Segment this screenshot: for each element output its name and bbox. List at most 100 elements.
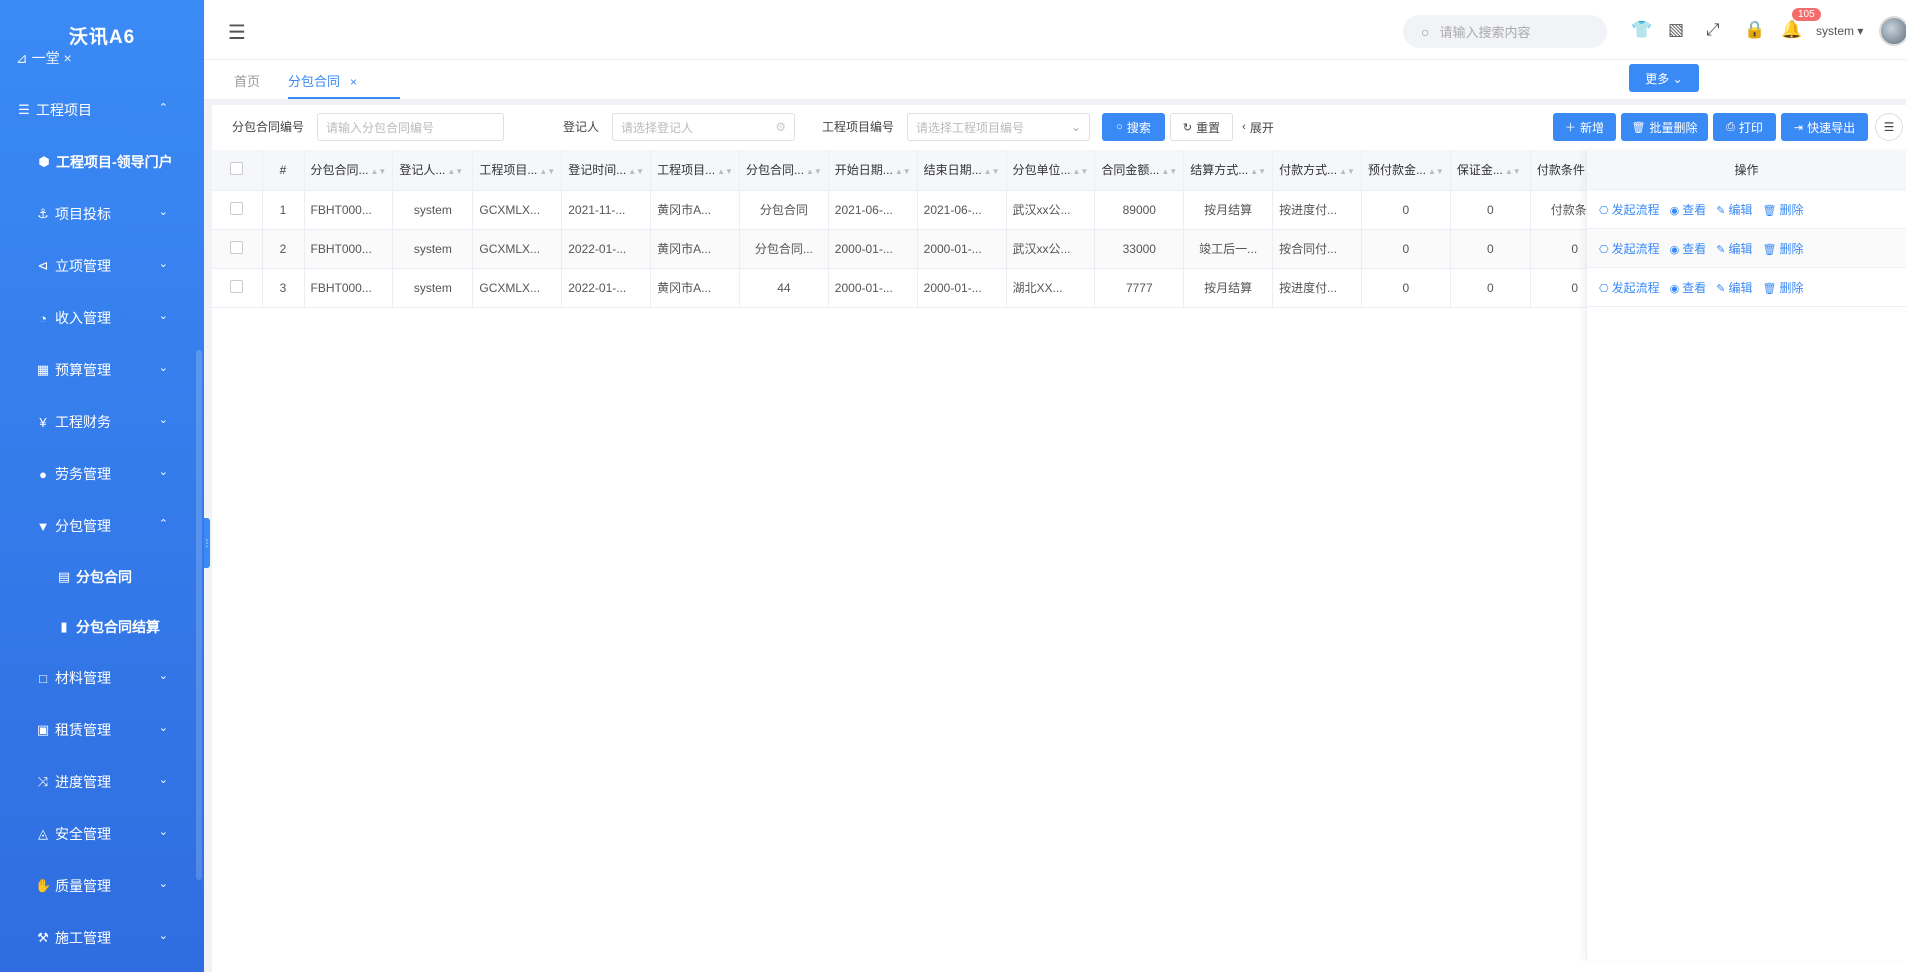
bell-icon[interactable]: 🔔 [1781, 20, 1802, 40]
batch-delete-button[interactable]: 🗑 批量删除 [1621, 113, 1708, 141]
contract-no-input[interactable]: 请输入分包合同编号 [317, 113, 504, 141]
column-header[interactable]: 结束日期... ▲▼ [917, 150, 1007, 191]
start-flow-link-label: 发起流程 [1611, 280, 1660, 295]
column-header[interactable]: 登记人... ▲▼ [392, 150, 474, 191]
sidebar-item[interactable]: ⬢ 工程项目-领导门户 [0, 136, 196, 188]
print-button[interactable]: ⎙ 打印 [1713, 113, 1776, 141]
sidebar-item[interactable]: ▦ 预算管理 ⌄ [0, 344, 196, 396]
sort-icon[interactable]: ▲▼ [984, 167, 1000, 176]
sort-icon[interactable]: ▲▼ [806, 167, 822, 176]
sidebar-scrollbar[interactable] [196, 350, 202, 880]
row-checkbox[interactable] [230, 240, 244, 254]
table-row[interactable]: 3 FBHT000... system GCXMLX... 2022-01-... 黄冈市… [212, 268, 1709, 308]
sidebar-item[interactable]: ⚓ 项目投标 ⌄ [0, 188, 196, 240]
sidebar-item[interactable]: ▤ 分包合同 [0, 552, 196, 602]
sidebar-collapse-handle[interactable]: ⋮ [203, 518, 212, 568]
edit-link[interactable]: ✎ 编辑 [1716, 201, 1752, 218]
sort-icon[interactable]: ▲▼ [1505, 167, 1521, 176]
column-header[interactable]: 预付款金... ▲▼ [1361, 150, 1451, 191]
table-cell: 3 [262, 268, 305, 308]
sidebar-item[interactable]: ▣ 租赁管理 ⌄ [0, 704, 196, 756]
fullscreen-icon[interactable]: ⤢ [1706, 20, 1720, 40]
registrant-select[interactable]: 请选择登记人 ⚙ [612, 113, 795, 141]
sidebar-item[interactable]: ⤨ 进度管理 ⌄ [0, 756, 196, 808]
column-header[interactable]: 登记时间... ▲▼ [561, 150, 652, 191]
add-button[interactable]: ＋新增 [1553, 113, 1616, 141]
column-header[interactable]: # [262, 150, 305, 191]
sidebar-item[interactable]: ◔ 收入管理 ⌄ [0, 292, 196, 344]
edit-link[interactable]: ✎ 编辑 [1716, 279, 1752, 296]
sidebar-item[interactable]: ⊲ 立项管理 ⌄ [0, 240, 196, 292]
start-flow-link[interactable]: ⎔ 发起流程 [1599, 279, 1660, 296]
delete-link[interactable]: 🗑 删除 [1762, 240, 1803, 257]
column-header[interactable]: 开始日期... ▲▼ [828, 150, 918, 191]
column-header[interactable]: 工程项目... ▲▼ [472, 150, 563, 191]
column-settings-button[interactable]: ☰ [1875, 113, 1903, 141]
sidebar-item[interactable]: ¥ 工程财务 ⌄ [0, 396, 196, 448]
sort-icon[interactable]: ▲▼ [1339, 167, 1355, 176]
start-flow-link[interactable]: ⎔ 发起流程 [1599, 240, 1660, 257]
table-row[interactable]: 1 FBHT000... system GCXMLX... 2021-11-... 黄冈市… [212, 190, 1709, 230]
delete-link[interactable]: 🗑 删除 [1762, 279, 1803, 296]
sidebar-cut-item[interactable]: ⊿ 一堂 × [16, 48, 72, 68]
user-menu[interactable]: system ▾ [1816, 24, 1863, 38]
print-button-label: 打印 [1738, 120, 1763, 135]
sidebar-item[interactable]: ● 劳务管理 ⌄ [0, 448, 196, 500]
column-header[interactable]: 合同金额... ▲▼ [1094, 150, 1185, 191]
sort-icon[interactable]: ▲▼ [717, 167, 733, 176]
project-no-select[interactable]: 请选择工程项目编号 ⌄ [907, 113, 1090, 141]
view-link[interactable]: ◉ 查看 [1670, 240, 1707, 257]
column-header[interactable]: 分包单位... ▲▼ [1006, 150, 1096, 191]
row-checkbox[interactable] [230, 201, 244, 215]
translate-icon[interactable]: ▧ [1668, 20, 1684, 40]
row-checkbox[interactable] [230, 279, 244, 293]
more-button[interactable]: 更多 ⌄ [1629, 64, 1699, 92]
sort-icon[interactable]: ▲▼ [539, 167, 555, 176]
column-header[interactable]: 分包合同... ▲▼ [739, 150, 829, 191]
table-cell: 2022-01-... [561, 229, 652, 269]
start-flow-link[interactable]: ⎔ 发起流程 [1599, 201, 1660, 218]
global-search-input[interactable]: ○ 请输入搜索内容 [1403, 15, 1607, 48]
hamburger-menu-icon[interactable]: ☰ [228, 20, 246, 45]
reset-button-label: 重置 [1196, 120, 1221, 135]
delete-link[interactable]: 🗑 删除 [1762, 201, 1803, 218]
tab-subcontract[interactable]: 分包合同 × [288, 71, 357, 90]
sort-icon[interactable]: ▲▼ [628, 167, 644, 176]
sort-icon[interactable]: ▲▼ [1250, 167, 1266, 176]
column-header[interactable]: 结算方式... ▲▼ [1183, 150, 1274, 191]
edit-link[interactable]: ✎ 编辑 [1716, 240, 1752, 257]
column-header[interactable]: 保证金... ▲▼ [1450, 150, 1531, 191]
lock-icon[interactable]: 🔒 [1744, 20, 1765, 40]
column-header[interactable]: 工程项目... ▲▼ [650, 150, 740, 191]
expand-button[interactable]: ‹ 展开 [1238, 113, 1278, 141]
sidebar-item[interactable]: ▼ 分包管理 ⌃ [0, 500, 196, 552]
sort-icon[interactable]: ▲▼ [1428, 167, 1444, 176]
sidebar-item[interactable]: ◬ 安全管理 ⌄ [0, 808, 196, 860]
column-header[interactable]: 分包合同... ▲▼ [304, 150, 394, 191]
sort-icon[interactable]: ▲▼ [895, 167, 911, 176]
printer-icon: ⎙ [1726, 120, 1735, 133]
reset-button[interactable]: ↻ 重置 [1170, 113, 1233, 141]
contract-no-label: 分包合同编号 [232, 120, 305, 134]
sidebar-item[interactable]: ✋ 质量管理 ⌄ [0, 860, 196, 912]
tab-close-icon[interactable]: × [350, 75, 357, 89]
sidebar-item[interactable]: □ 材料管理 ⌄ [0, 652, 196, 704]
select-all-checkbox[interactable] [230, 161, 244, 175]
tab-subcontract-label: 分包合同 [288, 74, 341, 89]
sidebar-item[interactable]: ▮ 分包合同结算 [0, 602, 196, 652]
search-button[interactable]: ○ 搜索 [1102, 113, 1165, 141]
view-link[interactable]: ◉ 查看 [1670, 201, 1707, 218]
sidebar-item[interactable]: ⚒ 施工管理 ⌄ [0, 912, 196, 964]
sort-icon[interactable]: ▲▼ [371, 167, 387, 176]
column-header[interactable]: 付款方式... ▲▼ [1272, 150, 1362, 191]
sort-icon[interactable]: ▲▼ [447, 167, 463, 176]
sidebar-item[interactable]: ☰ 工程项目 ⌃ [0, 84, 196, 136]
tshirt-theme-icon[interactable]: 👕 [1631, 20, 1652, 40]
export-button[interactable]: ⇥ 快速导出 [1781, 113, 1868, 141]
avatar[interactable] [1879, 16, 1906, 46]
tab-home[interactable]: 首页 [234, 71, 260, 90]
table-row[interactable]: 2 FBHT000... system GCXMLX... 2022-01-... 黄冈市… [212, 229, 1709, 269]
sort-icon[interactable]: ▲▼ [1161, 167, 1177, 176]
sort-icon[interactable]: ▲▼ [1073, 167, 1089, 176]
view-link[interactable]: ◉ 查看 [1670, 279, 1707, 296]
